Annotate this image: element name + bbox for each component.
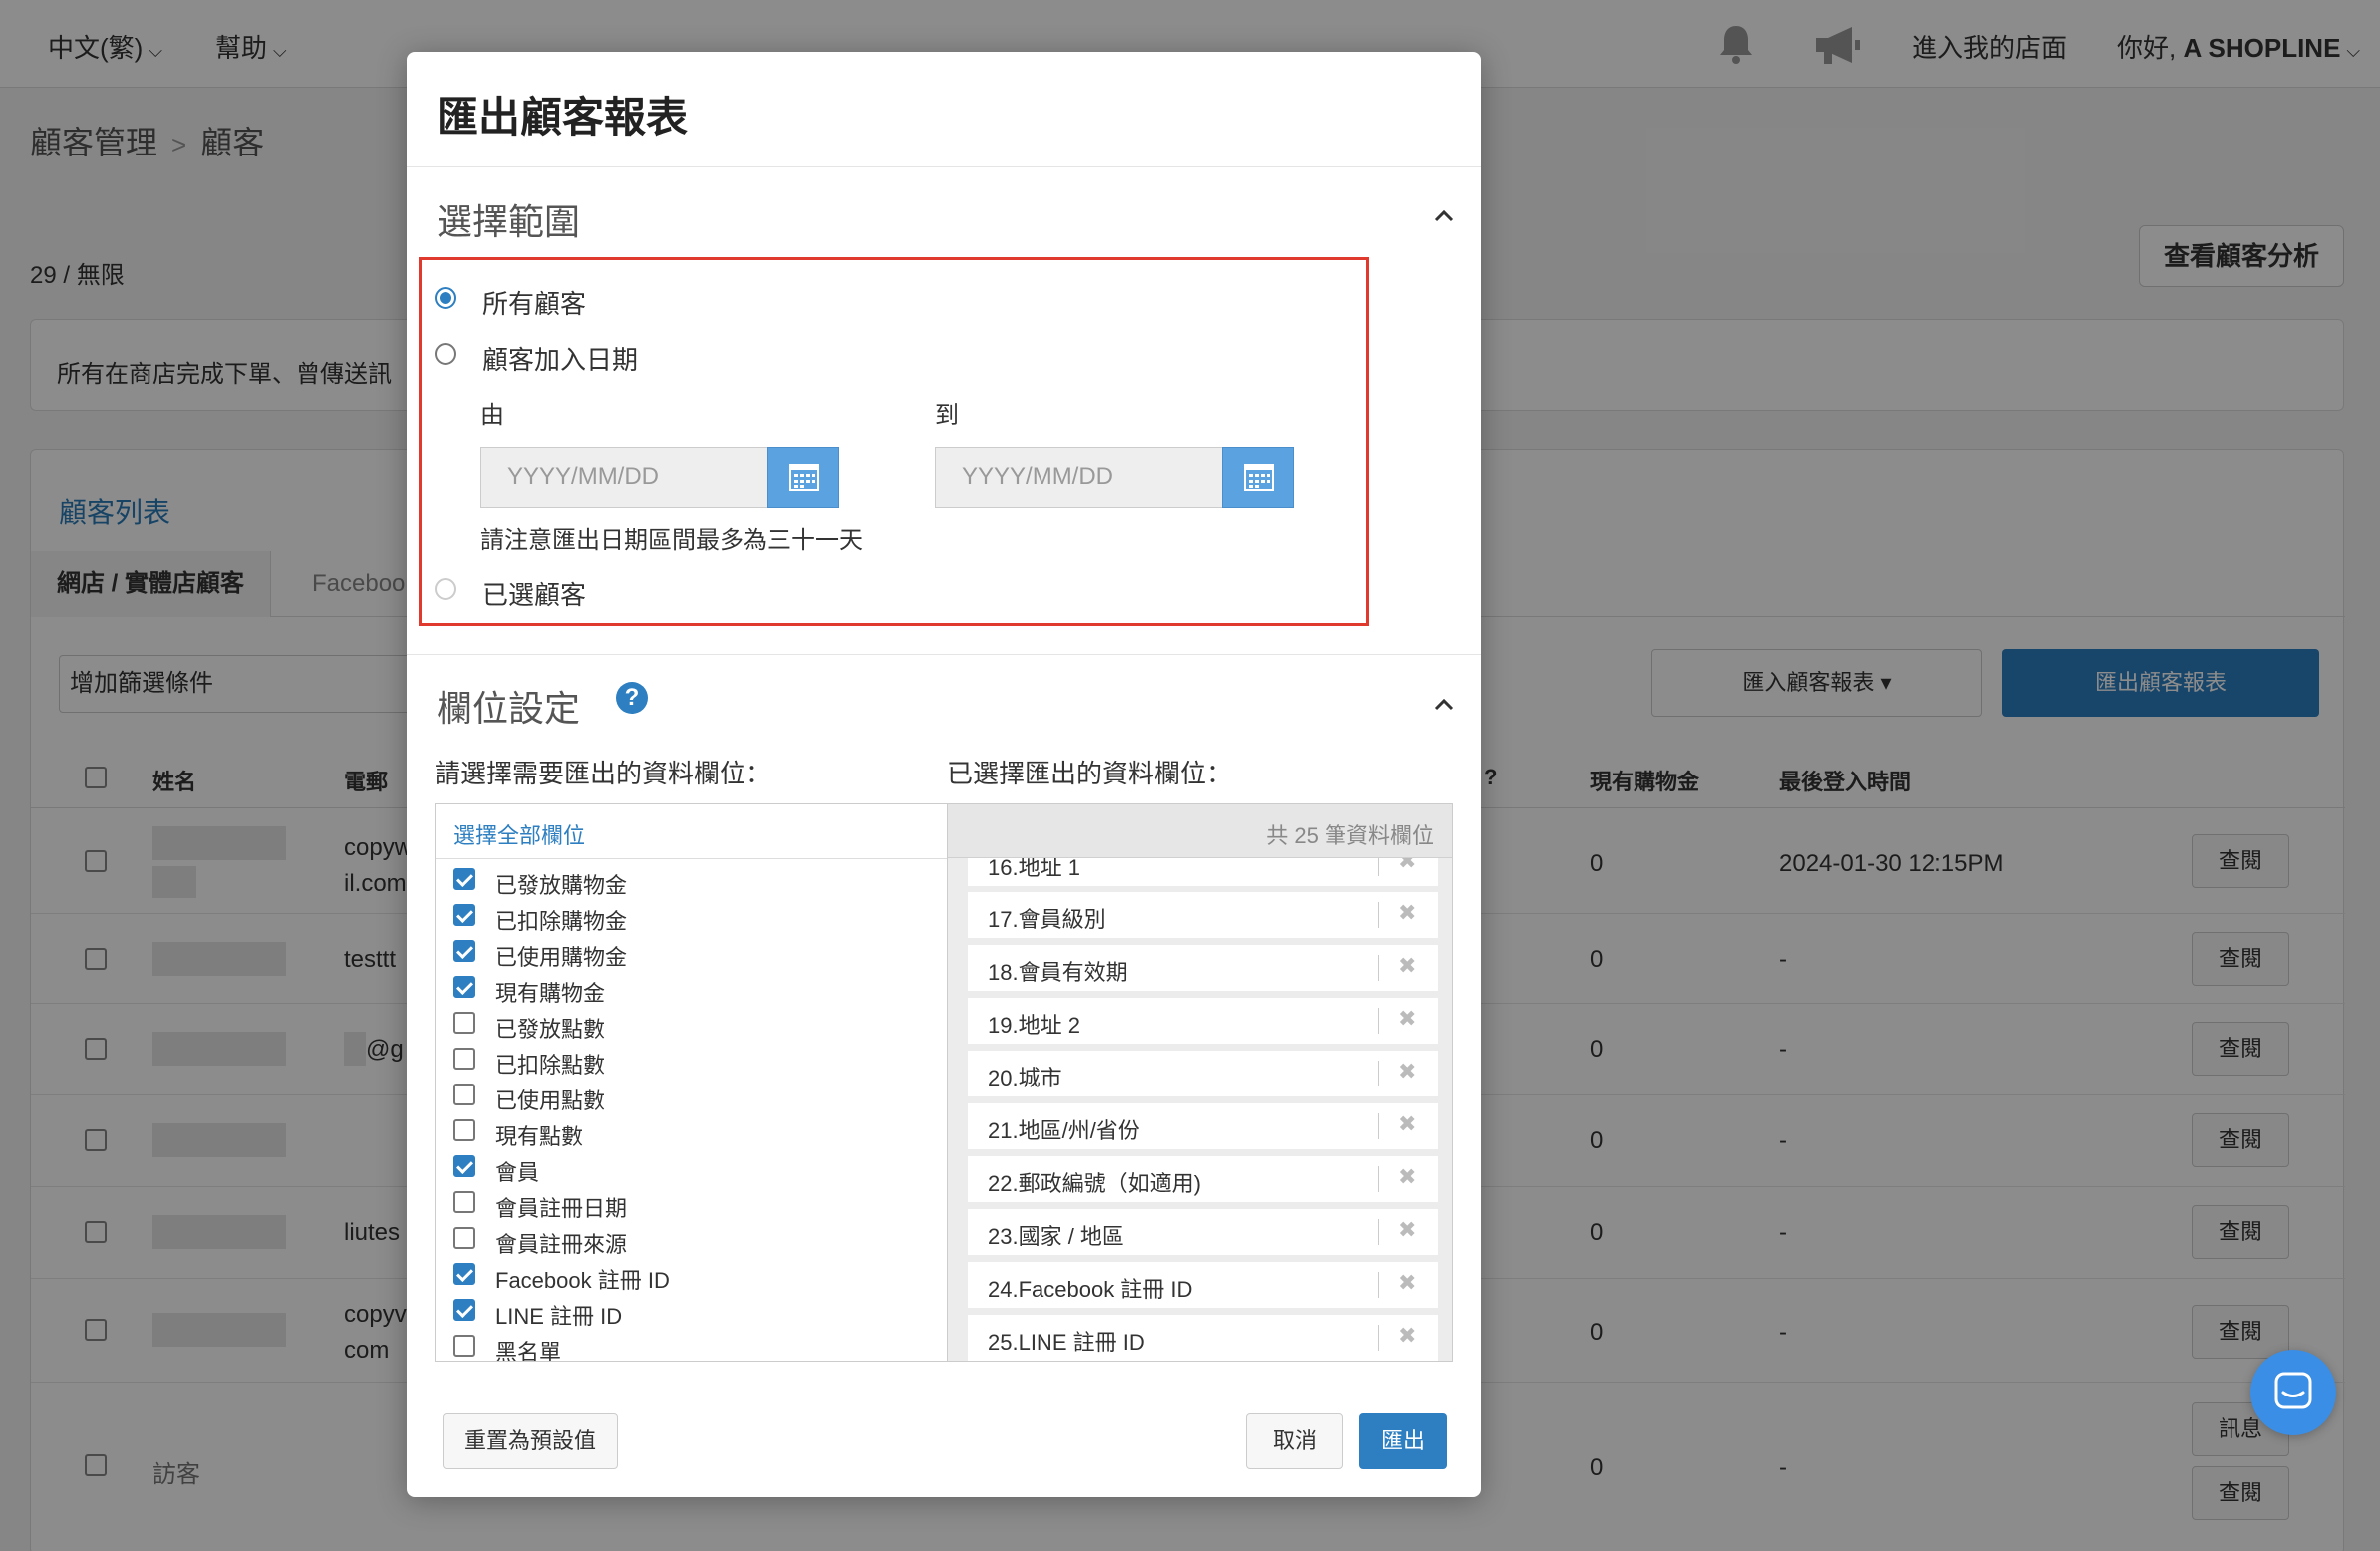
section-divider	[407, 654, 1481, 655]
field-checkbox[interactable]	[453, 1048, 475, 1070]
export-customer-report-dialog: 匯出顧客報表 選擇範圍 所有顧客 顧客加入日期 由 到 YYYY/MM/DD Y…	[407, 52, 1481, 1497]
remove-icon[interactable]: ✖	[1398, 1323, 1416, 1349]
selected-fields-list[interactable]: 共 25 筆資料欄位 16.地址 1 ✖ 17.會員級別 ✖ 18.會員有效期 ✖ 1…	[948, 804, 1452, 1361]
selected-fields-header: 共 25 筆資料欄位	[948, 804, 1452, 858]
selected-field-label: 22.郵政編號（如適用)	[988, 1171, 1201, 1196]
dialog-header: 匯出顧客報表	[407, 52, 1481, 167]
selected-field-item[interactable]: 19.地址 2 ✖	[968, 998, 1438, 1044]
field-label: 已使用點數	[495, 1088, 606, 1113]
export-button[interactable]: 匯出	[1359, 1413, 1447, 1469]
date-range-note: 請注意匯出日期區間最多為三十一天	[480, 527, 863, 554]
selected-field-item[interactable]: 20.城市 ✖	[968, 1051, 1438, 1096]
remove-icon[interactable]: ✖	[1398, 953, 1416, 979]
field-checkbox[interactable]	[453, 1084, 475, 1105]
from-date-input[interactable]: YYYY/MM/DD	[480, 447, 769, 508]
selected-field-item[interactable]: 21.地區/州/省份 ✖	[968, 1103, 1438, 1149]
radio-all-customers-label[interactable]: 所有顧客	[482, 284, 586, 321]
remove-icon[interactable]: ✖	[1398, 1164, 1416, 1190]
selected-field-item[interactable]: 24.Facebook 註冊 ID ✖	[968, 1262, 1438, 1308]
field-checkbox[interactable]	[453, 1191, 475, 1213]
field-label: LINE 註冊 ID	[495, 1304, 623, 1329]
selected-field-label: 21.地區/州/省份	[988, 1118, 1140, 1143]
remove-icon[interactable]: ✖	[1398, 1270, 1416, 1296]
selected-field-item[interactable]: 23.國家 / 地區 ✖	[968, 1209, 1438, 1255]
remove-icon[interactable]: ✖	[1398, 858, 1416, 874]
field-selector: 選擇全部欄位 已發放購物金 已扣除購物金 已使用購物金 現有購物金 已發放點數 …	[435, 803, 1453, 1362]
field-label: Facebook 註冊 ID	[495, 1268, 670, 1293]
field-label: 已扣除點數	[495, 1053, 606, 1078]
question-icon[interactable]: ?	[616, 682, 648, 714]
field-label: 現有購物金	[495, 981, 606, 1006]
to-label: 到	[935, 402, 959, 429]
selected-field-label: 18.會員有效期	[988, 960, 1128, 985]
field-label: 黑名單	[495, 1340, 562, 1361]
chevron-up-icon[interactable]	[1433, 694, 1455, 716]
field-label: 已扣除購物金	[495, 909, 628, 934]
selected-field-label: 23.國家 / 地區	[988, 1224, 1124, 1249]
radio-all-customers[interactable]	[435, 287, 456, 309]
selected-field-label: 24.Facebook 註冊 ID	[988, 1277, 1193, 1302]
chat-launcher-button[interactable]	[2250, 1350, 2336, 1435]
selected-fields-total: 共 25 筆資料欄位	[1266, 823, 1434, 848]
field-label: 已發放購物金	[495, 873, 628, 898]
selected-field-label: 19.地址 2	[988, 1013, 1080, 1038]
field-label: 已發放點數	[495, 1017, 606, 1042]
to-date-picker-button[interactable]	[1222, 447, 1294, 508]
selected-field-item[interactable]: 17.會員級別 ✖	[968, 892, 1438, 938]
field-label: 已使用購物金	[495, 945, 628, 970]
radio-selected-customers-label[interactable]: 已選顧客	[482, 575, 586, 612]
available-fields-title: 請選擇需要匯出的資料欄位：	[435, 759, 772, 788]
selected-fields-scroll[interactable]: 16.地址 1 ✖ 17.會員級別 ✖ 18.會員有效期 ✖ 19.地址 2 ✖ 20.…	[948, 858, 1452, 1361]
selected-fields-title: 已選擇匯出的資料欄位：	[947, 759, 1233, 788]
remove-icon[interactable]: ✖	[1398, 1111, 1416, 1137]
remove-icon[interactable]: ✖	[1398, 1217, 1416, 1243]
selected-field-item[interactable]: 25.LINE 註冊 ID ✖	[968, 1315, 1438, 1361]
field-checkbox[interactable]	[453, 1119, 475, 1141]
radio-selected-customers[interactable]	[435, 578, 456, 600]
selected-field-item[interactable]: 16.地址 1 ✖	[968, 858, 1438, 886]
selected-field-label: 20.城市	[988, 1066, 1062, 1090]
field-checkbox[interactable]	[453, 940, 475, 962]
field-checkbox[interactable]	[453, 868, 475, 890]
field-checkbox[interactable]	[453, 1263, 475, 1285]
from-date-picker-button[interactable]	[767, 447, 839, 508]
from-label: 由	[480, 402, 504, 429]
chat-icon	[2274, 1372, 2312, 1409]
field-label: 會員註冊日期	[495, 1196, 628, 1221]
reset-default-button[interactable]: 重置為預設值	[443, 1413, 618, 1469]
dialog-title: 匯出顧客報表	[437, 94, 689, 141]
field-checkbox[interactable]	[453, 1155, 475, 1177]
selected-field-label: 16.地址 1	[988, 858, 1080, 880]
field-checkbox[interactable]	[453, 904, 475, 926]
remove-icon[interactable]: ✖	[1398, 1006, 1416, 1032]
selected-field-item[interactable]: 18.會員有效期 ✖	[968, 945, 1438, 991]
field-label: 現有點數	[495, 1124, 584, 1149]
available-fields-list[interactable]: 選擇全部欄位 已發放購物金 已扣除購物金 已使用購物金 現有購物金 已發放點數 …	[436, 804, 948, 1361]
fields-section-title: 欄位設定 ?	[437, 680, 648, 732]
cancel-button[interactable]: 取消	[1246, 1413, 1343, 1469]
range-section-title: 選擇範圍	[437, 201, 581, 242]
selected-field-label: 17.會員級別	[988, 907, 1106, 932]
chevron-up-icon[interactable]	[1433, 205, 1455, 227]
radio-join-date[interactable]	[435, 343, 456, 365]
field-checkbox[interactable]	[453, 1227, 475, 1249]
fields-section-label: 欄位設定	[437, 688, 581, 729]
calendar-icon	[789, 464, 819, 491]
selected-field-item[interactable]: 22.郵政編號（如適用) ✖	[968, 1156, 1438, 1202]
field-label: 會員註冊來源	[495, 1232, 628, 1257]
field-checkbox[interactable]	[453, 1335, 475, 1357]
calendar-icon	[1244, 464, 1274, 491]
select-all-fields-link[interactable]: 選擇全部欄位	[453, 818, 585, 850]
field-label: 會員	[495, 1160, 540, 1185]
selected-field-label: 25.LINE 註冊 ID	[988, 1330, 1145, 1355]
field-checkbox[interactable]	[453, 976, 475, 998]
list-divider	[436, 858, 947, 859]
field-checkbox[interactable]	[453, 1299, 475, 1321]
field-checkbox[interactable]	[453, 1012, 475, 1034]
remove-icon[interactable]: ✖	[1398, 900, 1416, 926]
remove-icon[interactable]: ✖	[1398, 1059, 1416, 1085]
radio-join-date-label[interactable]: 顧客加入日期	[482, 340, 638, 377]
to-date-input[interactable]: YYYY/MM/DD	[935, 447, 1224, 508]
